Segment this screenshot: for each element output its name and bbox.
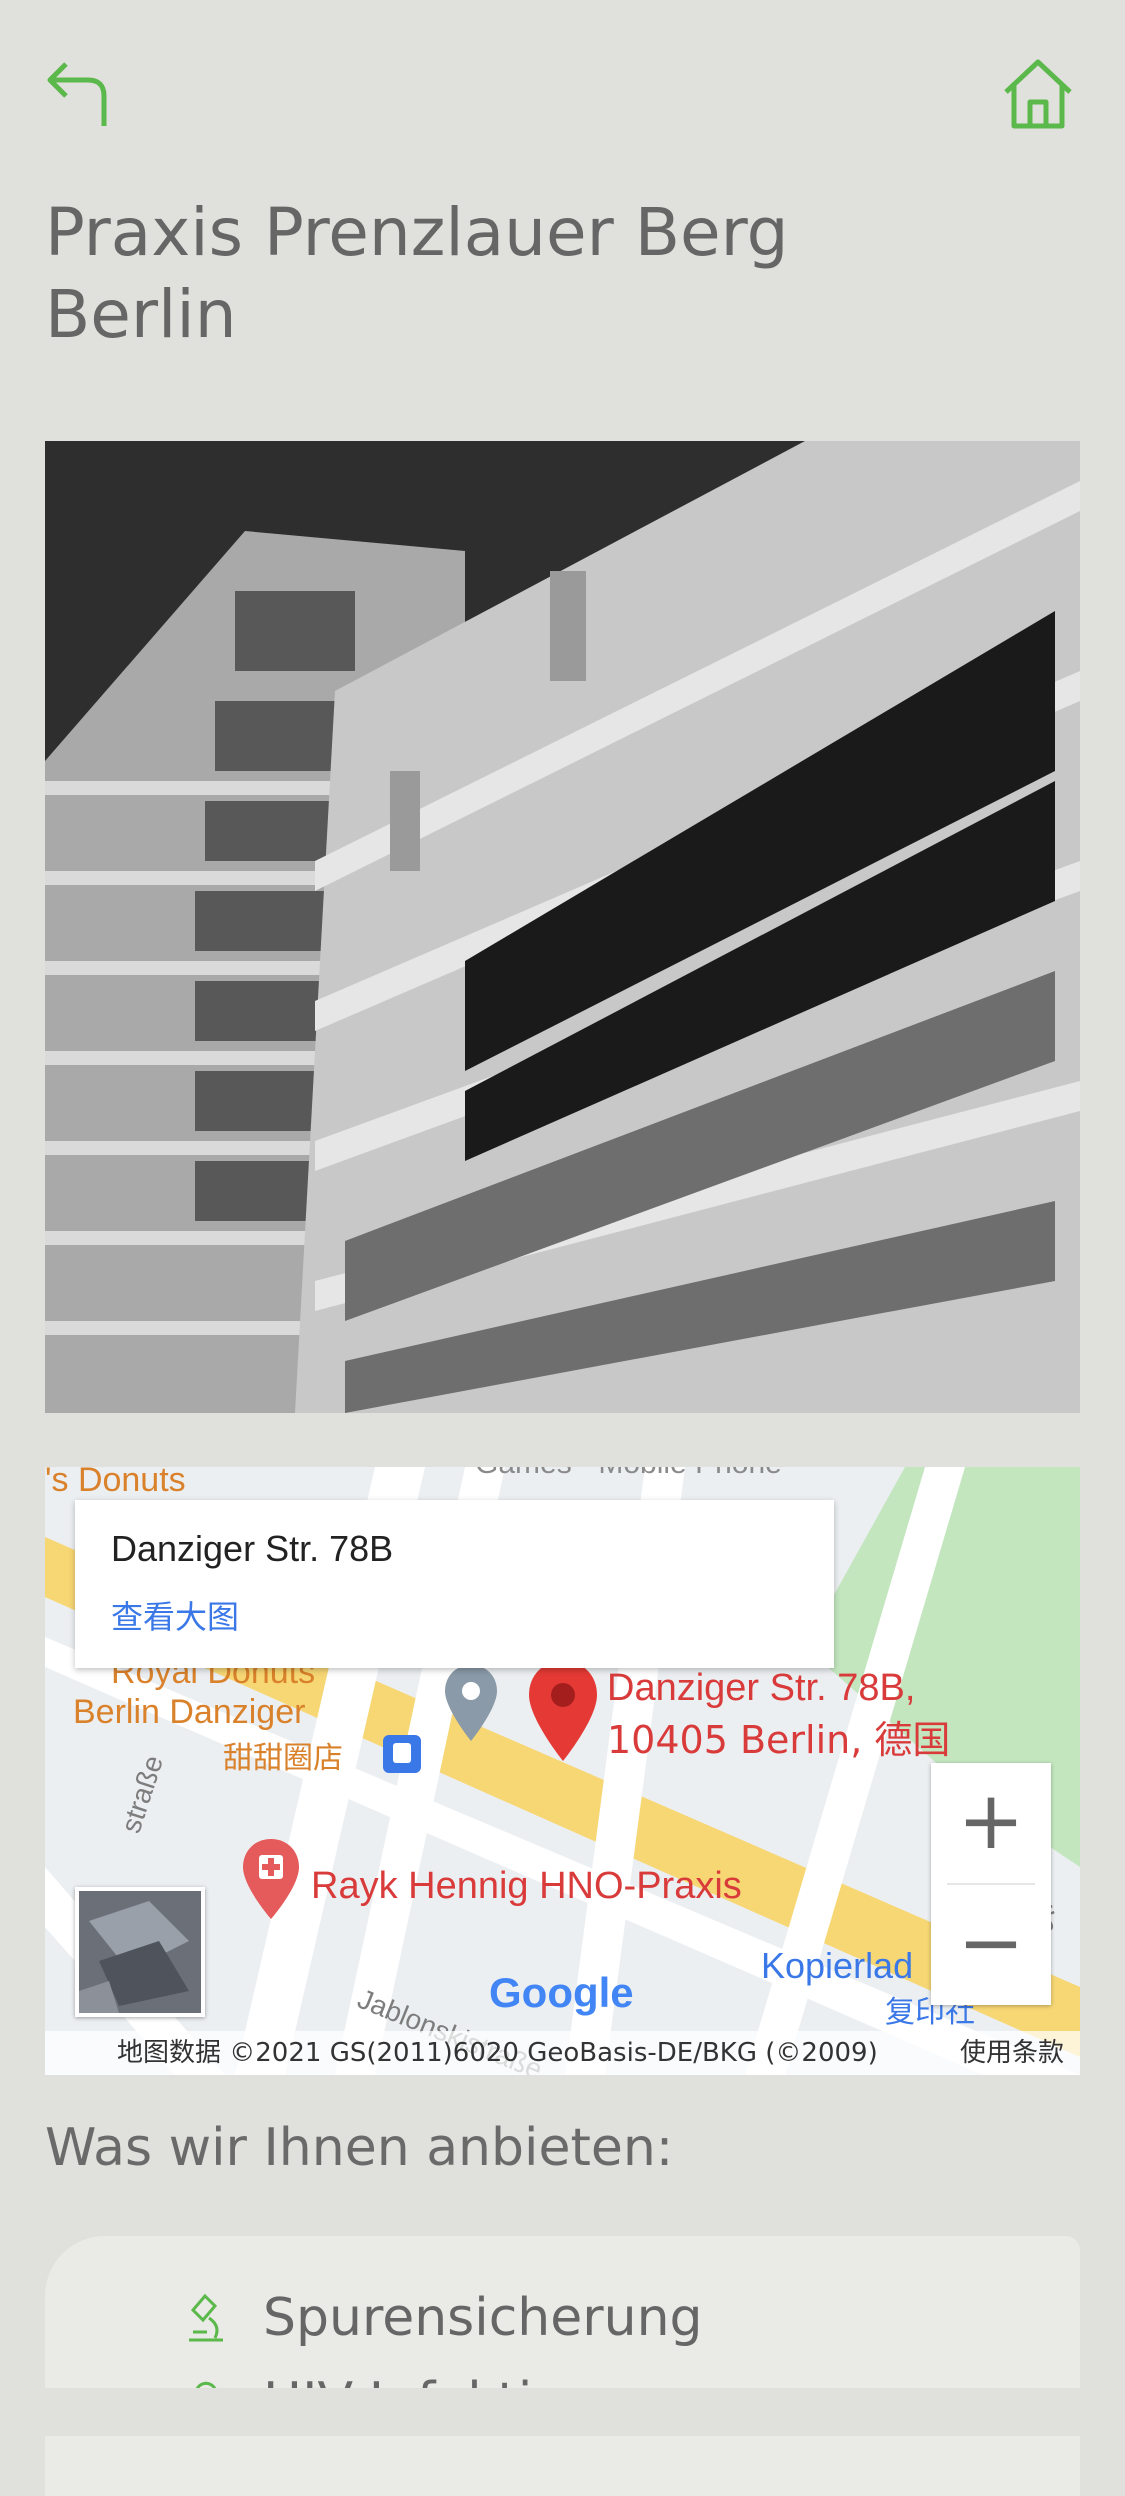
hospital-pin-icon — [243, 1839, 299, 1919]
offer-label: Spurensicherung — [263, 2288, 703, 2348]
map-attribution-bar: 地图数据 ©2021 GS(2011)6020 GeoBasis-DE/BKG … — [45, 2031, 1080, 2075]
map-poi-royal-cn: 甜甜圈店 — [223, 1741, 343, 1776]
map-info-card: Danziger Str. 78B 查看大图 — [75, 1500, 834, 1668]
zoom-in-button[interactable]: + — [931, 1763, 1051, 1883]
microscope-icon — [189, 2293, 223, 2342]
location-map[interactable]: 's Donuts Games · Mobile Phone Royal Don… — [45, 1467, 1080, 2075]
map-attribution: 地图数据 ©2021 GS(2011)6020 GeoBasis-DE/BKG … — [117, 2038, 878, 2068]
google-logo: Google — [489, 1969, 634, 2016]
offers-card: Spurensicherung HIV-Infektion — [45, 2236, 1080, 2496]
satellite-thumbnail-icon — [79, 1891, 201, 2013]
map-pin-label-line2: 10405 Berlin, 德国 — [607, 1718, 951, 1762]
map-poi-hno: Rayk Hennig HNO-Praxis — [311, 1865, 742, 1907]
map-poi-top-partial: Games · Mobile Phone — [475, 1467, 782, 1481]
gray-poi-pin-icon — [445, 1665, 497, 1741]
home-icon — [1004, 59, 1072, 129]
map-zoom-controls: + − — [931, 1763, 1051, 2005]
offers-heading: Was wir Ihnen anbieten: — [45, 2118, 674, 2178]
back-button[interactable] — [44, 56, 116, 132]
location-pin-icon[interactable] — [523, 1657, 603, 1767]
page-title: Praxis Prenzlauer Berg Berlin — [45, 194, 789, 353]
map-poi-royal-line2: Berlin Danziger — [73, 1693, 306, 1731]
map-terms-link[interactable]: 使用条款 — [960, 2031, 1064, 2075]
map-poi-donuts-top: 's Donuts — [45, 1467, 186, 1499]
offer-item-spurensicherung[interactable]: Spurensicherung — [45, 2282, 1080, 2358]
view-larger-map-link[interactable]: 查看大图 — [111, 1592, 239, 1638]
map-card-address: Danziger Str. 78B — [111, 1528, 394, 1569]
map-poi-kopier: Kopierlad — [761, 1945, 914, 1986]
satellite-view-toggle[interactable] — [75, 1887, 205, 2017]
map-pin-label-line1: Danziger Str. 78B, — [607, 1667, 916, 1709]
top-bar — [0, 0, 1125, 180]
bottom-cutoff — [45, 2388, 1080, 2436]
back-arrow-icon — [47, 62, 107, 126]
zoom-out-button[interactable]: − — [931, 1885, 1051, 2005]
transit-icon — [383, 1735, 421, 1773]
practice-building-photo — [45, 441, 1080, 1413]
home-button[interactable] — [1000, 56, 1076, 132]
